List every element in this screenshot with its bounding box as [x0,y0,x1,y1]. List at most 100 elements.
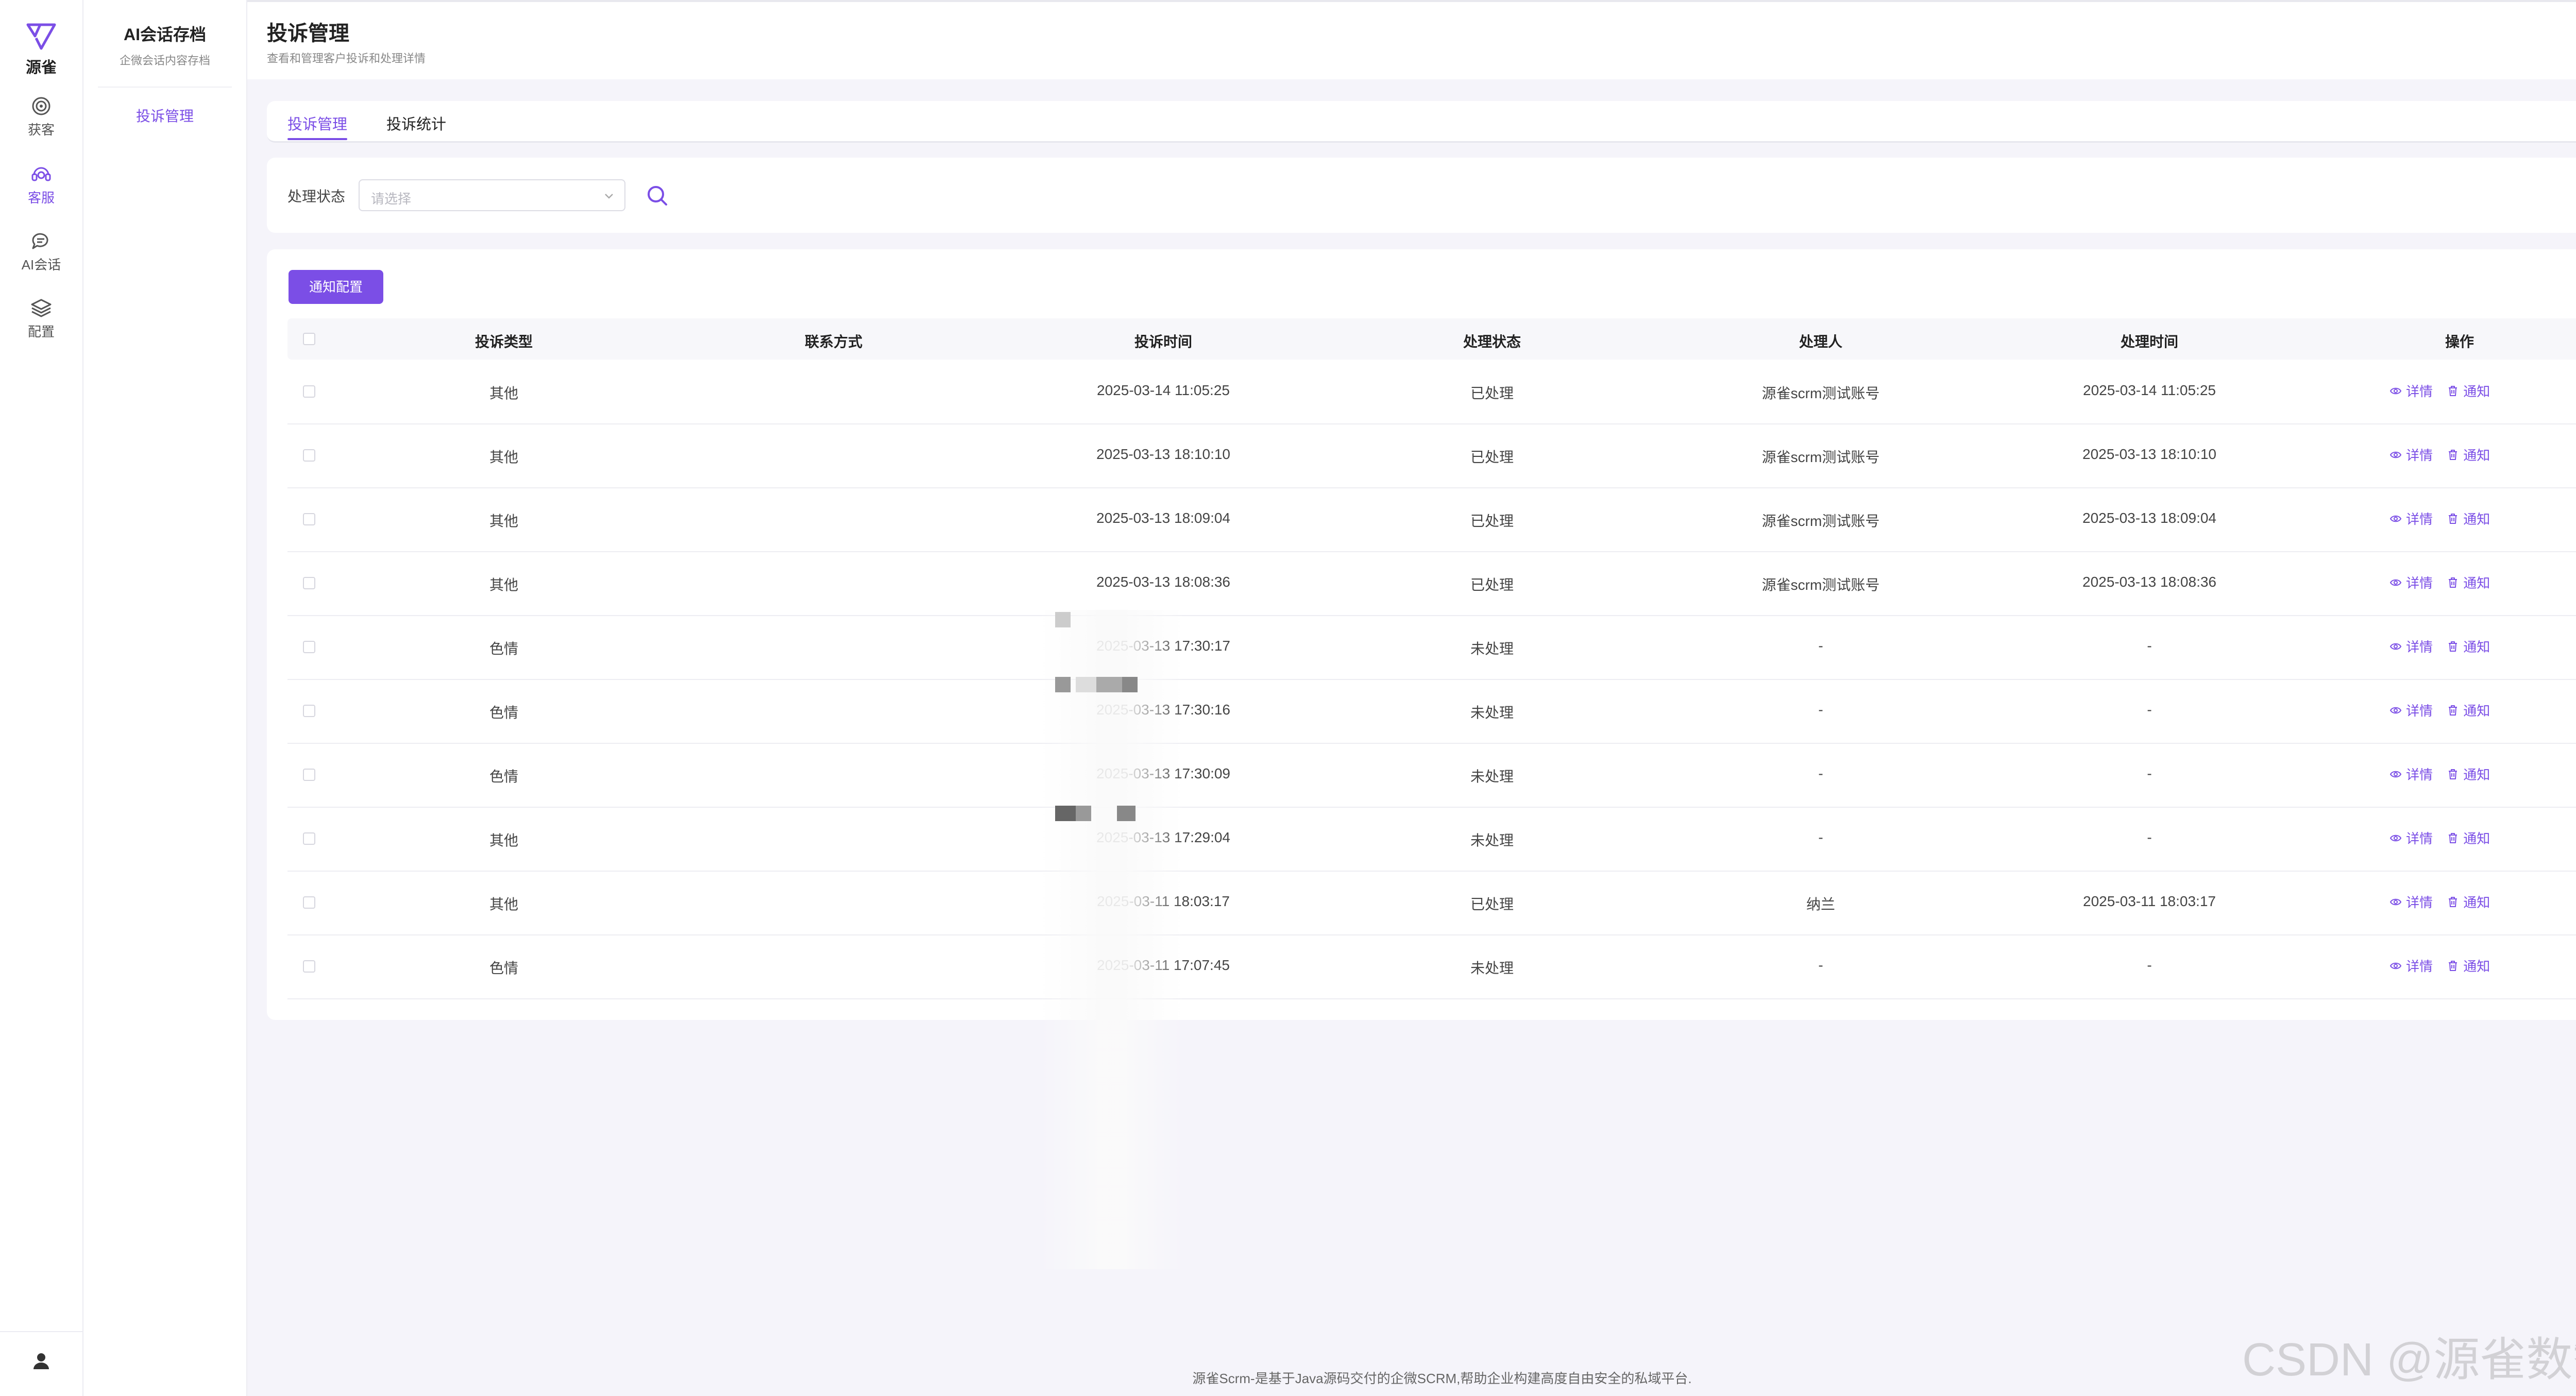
cell-type: 其他 [489,577,519,593]
eye-icon [2389,643,2402,650]
eye-icon [2389,898,2402,905]
cell-handled-time: - [2147,829,2152,845]
detail-link[interactable]: 详情 [2389,509,2433,528]
cell-handler: 源雀scrm测试账号 [1761,513,1880,529]
cell-handled-time: 2025-03-13 18:09:04 [2082,510,2216,526]
cell-handled-time: 2025-03-11 18:03:17 [2083,893,2216,909]
cell-status: 已处理 [1470,577,1514,593]
tab-complaint-management[interactable]: 投诉管理 [287,112,347,134]
tab-complaint-statistics[interactable]: 投诉统计 [386,112,446,134]
headset-icon [31,167,51,181]
cell-handler: 源雀scrm测试账号 [1761,449,1880,465]
subnav-title: AI会话存档 [123,25,206,44]
detail-link[interactable]: 详情 [2389,637,2433,656]
detail-link[interactable]: 详情 [2389,892,2433,911]
row-checkbox[interactable] [303,577,315,589]
detail-link[interactable]: 详情 [2389,956,2433,975]
row-checkbox[interactable] [303,960,315,973]
mosaic-block [1076,806,1091,821]
row-actions: 详情 通知 [2389,445,2500,465]
mosaic-block [1076,677,1096,692]
row-checkbox[interactable] [303,769,315,781]
row-checkbox[interactable] [303,641,315,653]
notify-link[interactable]: 通知 [2447,445,2490,464]
detail-link[interactable]: 详情 [2389,764,2433,784]
eye-icon [2389,707,2402,713]
cell-status: 已处理 [1470,896,1514,912]
footer-text: 源雀Scrm-是基于Java源码交付的企微SCRM,帮助企业构建高度自由安全的私… [1192,1371,1692,1386]
notify-link-label: 通知 [2463,959,2490,974]
table-row: 色情2025-03-13 17:30:16未处理-- 详情 通知 [287,679,2576,744]
trash-icon [2449,705,2458,716]
cell-handled-time: 2025-03-14 11:05:25 [2083,382,2216,398]
notify-link[interactable]: 通知 [2447,573,2490,592]
detail-link-label: 详情 [2406,831,2433,846]
mosaic-block [1055,806,1076,821]
rail-item-label: 客服 [27,190,55,206]
notify-link-label: 通知 [2463,384,2490,399]
brand-logo[interactable]: 源雀 [0,21,82,77]
row-checkbox[interactable] [303,896,315,909]
cell-status: 已处理 [1470,385,1514,401]
cell-handler: 源雀scrm测试账号 [1761,577,1880,593]
secondary-sidebar: AI会话存档 企微会话内容存档 投诉管理 [83,0,247,1396]
page-subtitle: 查看和管理客户投诉和处理详情 [267,52,426,65]
detail-link[interactable]: 详情 [2389,445,2433,464]
status-filter-select[interactable]: 请选择 [359,179,625,211]
cell-handler: 纳兰 [1806,896,1836,912]
trash-icon [2449,513,2458,524]
cell-type: 色情 [489,705,519,721]
notify-link[interactable]: 通知 [2447,637,2490,656]
mosaic-block [1117,806,1136,821]
column-header-actions: 操作 [2445,334,2475,350]
notify-link[interactable]: 通知 [2447,509,2490,528]
rail-item-service[interactable]: 客服 [0,163,82,207]
notify-link[interactable]: 通知 [2447,764,2490,784]
rail-item-acquire[interactable]: 获客 [0,95,82,139]
rail-item-ai-chat[interactable]: AI会话 [0,230,82,274]
notify-link[interactable]: 通知 [2447,828,2490,847]
row-checkbox[interactable] [303,832,315,845]
table-header: 投诉类型 联系方式 投诉时间 处理状态 处理人 处理时间 操作 [287,318,2576,360]
eye-icon [2389,579,2402,586]
notify-link-label: 通知 [2463,575,2490,591]
detail-link-label: 详情 [2406,384,2433,399]
detail-link-label: 详情 [2406,448,2433,463]
eye-icon [2389,451,2402,458]
subnav-divider [98,87,232,88]
row-checkbox[interactable] [303,449,315,462]
row-actions: 详情 通知 [2389,509,2500,529]
table-row: 其他 2025-03-13 18:08:36 已处理 源雀scrm测试账号 2025-0… [287,551,2576,616]
cell-status: 未处理 [1470,960,1514,976]
rail-divider [0,1331,82,1332]
notify-link[interactable]: 通知 [2447,381,2490,400]
notify-link[interactable]: 通知 [2447,701,2490,720]
cell-type: 色情 [489,769,519,785]
detail-link-label: 详情 [2406,639,2433,655]
select-all-checkbox[interactable] [303,333,315,345]
table-row: 色情2025-03-11 17:07:45未处理-- 详情 通知 [287,934,2576,999]
row-checkbox[interactable] [303,513,315,525]
detail-link[interactable]: 详情 [2389,701,2433,720]
cell-time: 2025-03-13 18:08:36 [1096,574,1230,590]
detail-link-label: 详情 [2406,959,2433,974]
subnav-item-complaint-management[interactable]: 投诉管理 [83,105,246,126]
column-header-type: 投诉类型 [474,334,533,350]
notify-link[interactable]: 通知 [2447,892,2490,911]
user-avatar[interactable] [0,1350,82,1375]
detail-link[interactable]: 详情 [2389,828,2433,847]
trash-icon [2449,769,2458,779]
row-actions: 详情 通知 [2389,892,2500,912]
detail-link[interactable]: 详情 [2389,573,2433,592]
notify-config-button[interactable]: 通知配置 [289,270,383,304]
notify-link-label: 通知 [2463,512,2490,527]
row-checkbox[interactable] [303,705,315,717]
detail-link[interactable]: 详情 [2389,381,2433,400]
row-checkbox[interactable] [303,385,315,398]
notify-link-label: 通知 [2463,767,2490,782]
rail-item-config[interactable]: 配置 [0,297,82,341]
chat-icon [32,233,48,249]
notify-link[interactable]: 通知 [2447,956,2490,975]
cell-handled-time: 2025-03-13 18:08:36 [2082,574,2216,590]
search-button[interactable] [642,180,673,211]
